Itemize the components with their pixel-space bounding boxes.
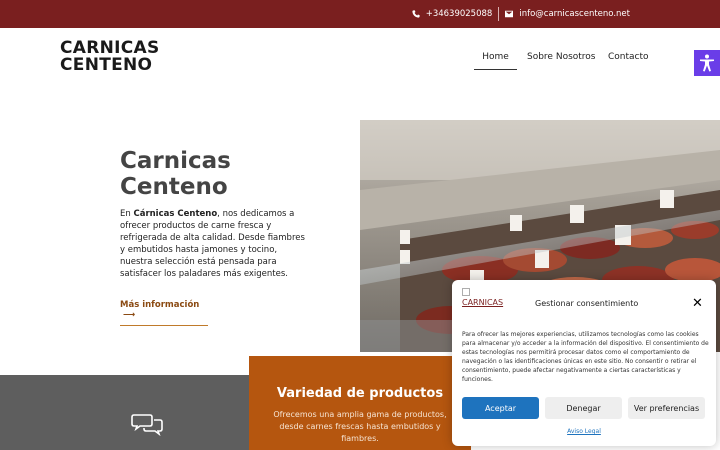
- nav-about[interactable]: Sobre Nosotros: [527, 52, 597, 70]
- broken-image-icon: [462, 288, 470, 296]
- consent-logo: CARNICAS: [462, 288, 503, 307]
- phone-icon: [412, 10, 420, 18]
- hero-title: Carnicas Centeno: [120, 148, 231, 200]
- site-logo[interactable]: CARNICAS CENTENO: [60, 40, 160, 74]
- more-info-link[interactable]: Más información ⟶: [120, 300, 208, 326]
- consent-body: Para ofrecer las mejores experiencias, u…: [462, 331, 709, 383]
- deny-button[interactable]: Denegar: [545, 397, 622, 419]
- nav-home[interactable]: Home: [474, 52, 517, 70]
- accept-button[interactable]: Aceptar: [462, 397, 539, 419]
- preferences-button[interactable]: Ver preferencias: [628, 397, 705, 419]
- chat-bubbles-icon: [131, 414, 163, 436]
- feature-card-variety: Variedad de productos Ofrecemos una ampl…: [249, 356, 471, 450]
- accessibility-button[interactable]: [694, 50, 720, 76]
- top-bar: +34639025088 info@carnicascenteno.net: [0, 0, 720, 28]
- topbar-divider: [498, 7, 500, 21]
- phone-number[interactable]: +34639025088: [426, 9, 493, 19]
- hero-title-line-2: Centeno: [120, 174, 228, 200]
- hero-text-brand: Cárnicas Centeno: [133, 209, 218, 219]
- hero-title-line-1: Carnicas: [120, 148, 231, 174]
- arrow-right-icon: ⟶: [120, 310, 136, 320]
- nav-contact[interactable]: Contacto: [608, 52, 658, 70]
- close-icon[interactable]: ✕: [692, 296, 703, 311]
- hero-description: En Cárnicas Centeno, nos dedicamos a ofr…: [120, 208, 306, 280]
- envelope-icon: [505, 10, 514, 18]
- feature-description: Ofrecemos una amplia gama de productos, …: [273, 410, 447, 443]
- email-contact[interactable]: info@carnicascenteno.net: [505, 9, 630, 19]
- feature-dark-section: [0, 375, 249, 450]
- cookie-consent-dialog: CARNICAS Gestionar consentimiento ✕ Para…: [452, 280, 716, 446]
- logo-line-2: CENTENO: [60, 55, 153, 75]
- feature-title: Variedad de productos: [276, 386, 444, 401]
- email-address[interactable]: info@carnicascenteno.net: [519, 9, 630, 19]
- legal-notice-link[interactable]: Aviso Legal: [452, 428, 716, 435]
- hero-text-prefix: En: [120, 209, 134, 219]
- accessibility-icon: [700, 54, 714, 72]
- consent-heading: Gestionar consentimiento: [535, 299, 639, 308]
- hero-text-body: , nos dedicamos a ofrecer productos de c…: [120, 209, 305, 279]
- phone-contact[interactable]: +34639025088: [412, 9, 493, 19]
- more-info-label: Más información: [120, 300, 200, 310]
- consent-logo-alt: CARNICAS: [462, 298, 504, 307]
